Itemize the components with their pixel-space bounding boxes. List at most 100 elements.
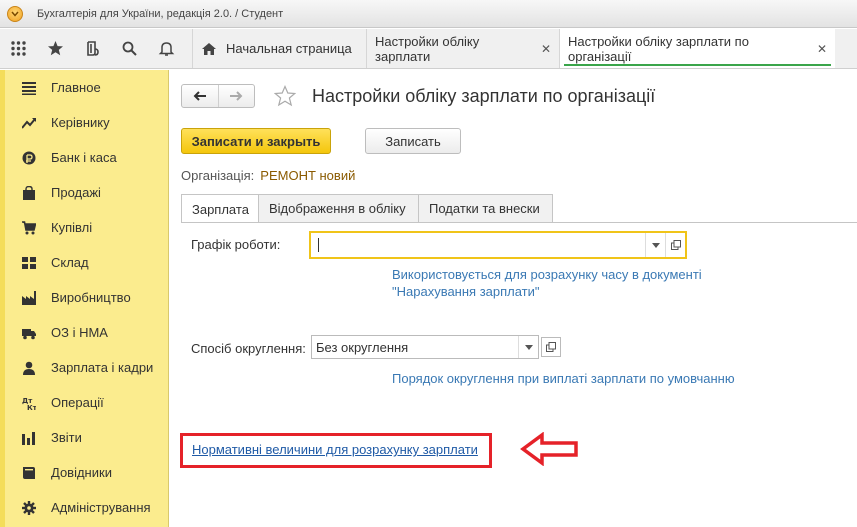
schedule-open-button[interactable] xyxy=(665,233,685,257)
history-button[interactable] xyxy=(74,29,111,69)
history-icon xyxy=(87,41,99,56)
tab-payroll-settings[interactable]: Настройки обліку зарплати ✕ xyxy=(366,29,559,68)
norms-link[interactable]: Нормативні величини для розрахунку зарпл… xyxy=(192,442,478,457)
search-icon xyxy=(122,41,137,56)
sidebar-item-administration[interactable]: Адміністрування xyxy=(5,490,168,525)
dt-kt-icon: ДтКт xyxy=(22,397,36,410)
tabs-bar: Начальная страница Настройки обліку зарп… xyxy=(0,29,857,69)
rounding-hint: Порядок округлення при виплаті зарплати … xyxy=(392,371,735,386)
rounding-label: Спосіб округлення: xyxy=(191,341,306,356)
quick-toolbar xyxy=(0,29,192,68)
search-button[interactable] xyxy=(111,29,148,69)
tab-label: Начальная страница xyxy=(226,41,352,56)
schedule-hint-line-1: Використовується для розрахунку часу в д… xyxy=(392,267,702,282)
sidebar-item-label: Адміністрування xyxy=(51,500,151,515)
schedule-hint: Використовується для розрахунку часу в д… xyxy=(392,266,702,300)
favorites-button[interactable] xyxy=(37,29,74,69)
form-tabs: Зарплата Відображення в обліку Податки т… xyxy=(181,194,553,223)
sidebar-item-production[interactable]: Виробництво xyxy=(5,280,168,315)
navigation-buttons xyxy=(181,84,255,108)
tab-taxes-contributions[interactable]: Податки та внески xyxy=(418,194,553,222)
organization-label: Організація: xyxy=(181,168,255,183)
bell-icon xyxy=(158,42,175,56)
bar-chart-icon xyxy=(22,431,35,445)
sidebar-item-sales[interactable]: Продажі xyxy=(5,175,168,210)
schedule-dropdown-button[interactable] xyxy=(645,233,665,257)
page-title: Настройки обліку зарплати по організації xyxy=(312,86,656,106)
rounding-value: Без округлення xyxy=(316,339,409,355)
schedule-label: Графік роботи: xyxy=(191,237,281,252)
organization-value[interactable]: РЕМОНТ новий xyxy=(260,168,355,183)
sidebar-item-assets[interactable]: ОЗ і НМА xyxy=(5,315,168,350)
rounding-dropdown-button[interactable] xyxy=(518,336,538,358)
sidebar-item-label: Банк і каса xyxy=(51,150,117,165)
coin-icon xyxy=(22,151,36,164)
sidebar-item-label: Звіти xyxy=(51,430,82,445)
form-area: Настройки обліку зарплати по організації… xyxy=(170,70,857,527)
close-icon[interactable]: ✕ xyxy=(541,42,551,56)
arrow-right-icon xyxy=(230,91,243,101)
svg-text:Кт: Кт xyxy=(27,404,36,410)
chevron-down-icon xyxy=(11,11,19,17)
apps-grid-icon xyxy=(11,41,26,56)
sidebar: Главное Керівнику Банк і каса Продажі Ку… xyxy=(0,70,169,527)
open-form-icon xyxy=(546,342,556,352)
warehouse-icon xyxy=(22,256,36,269)
gear-icon xyxy=(22,500,36,515)
sidebar-item-purchases[interactable]: Купівлі xyxy=(5,210,168,245)
star-icon xyxy=(48,41,63,56)
sidebar-item-label: Купівлі xyxy=(51,220,93,235)
tab-accounting-reflection[interactable]: Відображення в обліку xyxy=(258,194,419,222)
sidebar-item-catalogs[interactable]: Довідники xyxy=(5,455,168,490)
sidebar-item-manager[interactable]: Керівнику xyxy=(5,105,168,140)
pointer-arrow-icon xyxy=(520,432,578,466)
sidebar-item-label: ОЗ і НМА xyxy=(51,325,108,340)
sidebar-item-label: Склад xyxy=(51,255,89,270)
organization-row: Організація: РЕМОНТ новий xyxy=(181,168,355,183)
app-menu-button[interactable] xyxy=(7,5,23,22)
schedule-value xyxy=(311,233,645,257)
truck-icon xyxy=(22,328,36,339)
sidebar-item-label: Керівнику xyxy=(51,115,110,130)
sidebar-item-label: Виробництво xyxy=(51,290,131,305)
sidebar-item-reports[interactable]: Звіти xyxy=(5,420,168,455)
back-button[interactable] xyxy=(182,85,218,107)
sidebar-item-main[interactable]: Главное xyxy=(5,70,168,105)
open-form-icon xyxy=(670,240,681,250)
sidebar-item-warehouse[interactable]: Склад xyxy=(5,245,168,280)
sidebar-item-operations[interactable]: Дт Кт Операції xyxy=(5,385,168,420)
tab-salary[interactable]: Зарплата xyxy=(181,194,259,223)
sidebar-item-label: Операції xyxy=(51,395,104,410)
trend-icon xyxy=(22,117,36,129)
sidebar-item-bank[interactable]: Банк і каса xyxy=(5,140,168,175)
sidebar-item-label: Довідники xyxy=(51,465,112,480)
tab-payroll-settings-org[interactable]: Настройки обліку зарплати по організації… xyxy=(559,29,835,68)
sidebar-item-label: Главное xyxy=(51,80,101,95)
tab-label: Настройки обліку зарплати xyxy=(375,33,480,64)
forward-button[interactable] xyxy=(217,85,255,107)
sidebar-item-payroll[interactable]: Зарплата і кадри xyxy=(5,350,168,385)
arrow-left-icon xyxy=(193,91,206,101)
factory-icon xyxy=(22,290,36,305)
apps-grid-button[interactable] xyxy=(0,29,37,69)
book-icon xyxy=(23,466,35,479)
dropdown-arrow-icon xyxy=(651,242,660,248)
save-button[interactable]: Записать xyxy=(365,128,461,154)
close-icon[interactable]: ✕ xyxy=(817,42,827,56)
shopping-bag-icon xyxy=(23,185,35,200)
rounding-field[interactable]: Без округлення xyxy=(311,335,539,359)
tab-divider xyxy=(181,222,857,223)
favorite-star-icon[interactable] xyxy=(274,85,296,107)
sidebar-item-label: Продажі xyxy=(51,185,101,200)
dropdown-arrow-icon xyxy=(524,344,533,350)
home-icon xyxy=(201,42,217,56)
window-title: Бухгалтерія для України, редакція 2.0. /… xyxy=(37,7,284,20)
notifications-button[interactable] xyxy=(148,29,185,69)
schedule-field[interactable] xyxy=(309,231,687,259)
sidebar-item-label: Зарплата і кадри xyxy=(51,360,154,375)
save-and-close-button[interactable]: Записати и закрыть xyxy=(181,128,331,154)
rounding-open-button[interactable] xyxy=(541,337,561,357)
cart-icon xyxy=(22,220,36,234)
title-bar: Бухгалтерія для України, редакція 2.0. /… xyxy=(0,0,857,28)
tab-home[interactable]: Начальная страница xyxy=(192,29,366,68)
